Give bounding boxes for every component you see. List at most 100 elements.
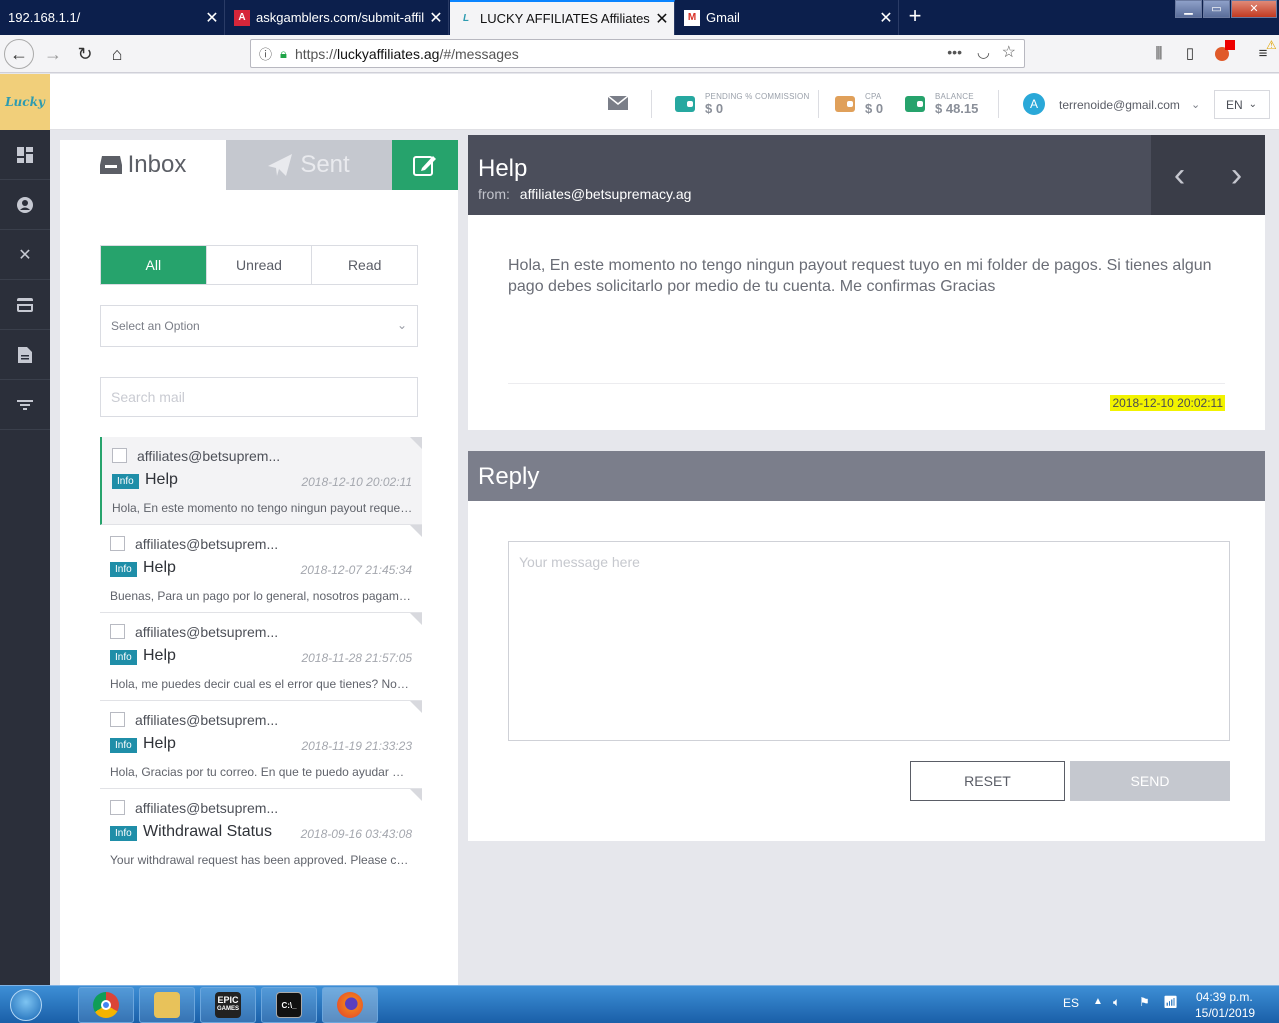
tray-expand-icon[interactable]: ▲ bbox=[1093, 996, 1103, 1007]
minimize-button[interactable]: ▁ bbox=[1175, 0, 1202, 18]
close-icon[interactable]: ✕ bbox=[200, 8, 224, 28]
browser-tab-active[interactable]: L LUCKY AFFILIATES Affiliates ✕ bbox=[450, 0, 675, 35]
input-language[interactable]: ES bbox=[1063, 996, 1079, 1010]
library-icon[interactable]: ⫼ bbox=[1148, 43, 1170, 65]
stat-label: BALANCE bbox=[935, 92, 974, 101]
action-center-icon[interactable]: ⚑ bbox=[1139, 995, 1150, 1009]
network-icon[interactable]: 📶︎ bbox=[1163, 995, 1178, 1009]
header-divider bbox=[818, 90, 819, 118]
chevron-down-icon: ⌄ bbox=[396, 318, 407, 332]
chrome-icon bbox=[93, 992, 119, 1018]
new-tab-button[interactable]: + bbox=[902, 5, 928, 29]
sidebar-item-documents[interactable] bbox=[0, 330, 50, 380]
chevron-right-icon[interactable]: › bbox=[1208, 135, 1265, 215]
url-path: /#/messages bbox=[439, 45, 519, 62]
compose-button[interactable] bbox=[392, 140, 458, 190]
browser-tab[interactable]: M Gmail ✕ bbox=[676, 0, 899, 35]
filter-read-button[interactable]: Read bbox=[312, 246, 417, 284]
more-actions-icon[interactable]: ••• bbox=[947, 44, 962, 60]
taskbar-explorer[interactable] bbox=[139, 987, 195, 1023]
pocket-icon[interactable]: ◡ bbox=[977, 43, 990, 61]
avatar[interactable]: A bbox=[1023, 93, 1045, 115]
reset-button[interactable]: RESET bbox=[910, 761, 1065, 801]
message-list-item[interactable]: affiliates@betsuprem... Info Help 2018-1… bbox=[100, 437, 422, 525]
reload-icon[interactable]: ↻ bbox=[70, 39, 100, 69]
message-checkbox[interactable] bbox=[110, 800, 125, 815]
taskbar-epic[interactable]: EPIC GAMES bbox=[200, 987, 256, 1023]
url-prefix: https:// bbox=[294, 45, 337, 62]
info-icon[interactable]: ⓘ bbox=[259, 44, 272, 63]
filter-icon bbox=[17, 399, 33, 410]
sidebar-item-dashboard[interactable] bbox=[0, 130, 50, 180]
back-arrow-icon[interactable]: ← bbox=[4, 39, 34, 69]
taskbar-chrome[interactable] bbox=[78, 987, 134, 1023]
home-icon[interactable]: ⌂ bbox=[102, 39, 132, 69]
message-date: 2018-11-19 21:33:23 bbox=[301, 739, 412, 753]
chevron-left-icon[interactable]: ‹ bbox=[1151, 135, 1208, 215]
message-checkbox[interactable] bbox=[110, 536, 125, 551]
maximize-button[interactable]: ▭ bbox=[1203, 0, 1230, 18]
screen: 192.168.1.1/ ✕ A askgamblers.com/submit-… bbox=[0, 0, 1279, 1023]
reply-textarea[interactable]: Your message here bbox=[508, 541, 1230, 741]
message-list-item[interactable]: affiliates@betsuprem... Info Help 2018-1… bbox=[100, 613, 422, 701]
message-checkbox[interactable] bbox=[112, 448, 127, 463]
send-button[interactable]: SEND bbox=[1070, 761, 1230, 801]
message-checkbox[interactable] bbox=[110, 712, 125, 727]
taskbar: EPIC GAMES C:\_ ES ▲ 🔈︎ ⚑ 📶︎ 04:39 p.m. … bbox=[0, 985, 1279, 1023]
browser-tab[interactable]: A askgamblers.com/submit-affili ✕ bbox=[226, 0, 449, 35]
dashboard-icon bbox=[17, 146, 33, 163]
taskbar-terminal[interactable]: C:\_ bbox=[261, 987, 317, 1023]
tab-sent[interactable]: Sent bbox=[226, 140, 392, 190]
sidebar-toggle-icon[interactable]: ▯ bbox=[1179, 43, 1201, 65]
message-title: Help bbox=[478, 155, 528, 182]
clock-time[interactable]: 04:39 p.m. bbox=[1196, 990, 1253, 1004]
window-close-button[interactable]: ✕ bbox=[1231, 0, 1277, 18]
language-select[interactable]: EN ⌄ bbox=[1214, 90, 1270, 119]
search-input[interactable]: Search mail bbox=[100, 377, 418, 417]
filter-unread-button[interactable]: Unread bbox=[207, 246, 313, 284]
message-header: Help from: affiliates@betsupremacy.ag bbox=[468, 135, 1151, 215]
option-select[interactable]: Select an Option ⌄ bbox=[100, 305, 418, 347]
taskbar-firefox[interactable] bbox=[322, 987, 378, 1023]
chevron-down-icon[interactable]: ⌄ bbox=[1191, 98, 1200, 111]
extension-icon[interactable] bbox=[1211, 40, 1235, 65]
info-badge: Info bbox=[110, 738, 137, 753]
sent-label: Sent bbox=[300, 151, 350, 178]
close-icon[interactable]: ✕ bbox=[424, 8, 448, 28]
browser-tab[interactable]: 192.168.1.1/ ✕ bbox=[0, 0, 225, 35]
message-checkbox[interactable] bbox=[110, 624, 125, 639]
gmail-icon: M bbox=[684, 9, 700, 26]
message-list-item[interactable]: affiliates@betsuprem... Info Withdrawal … bbox=[100, 789, 422, 877]
browser-tab-bar: 192.168.1.1/ ✕ A askgamblers.com/submit-… bbox=[0, 0, 1279, 35]
message-list-item[interactable]: affiliates@betsuprem... Info Help 2018-1… bbox=[100, 701, 422, 789]
sidebar-item-profile[interactable] bbox=[0, 180, 50, 230]
filter-all-button[interactable]: All bbox=[101, 246, 207, 284]
stat-balance: BALANCE $ 48.15 bbox=[905, 92, 978, 116]
sidebar-item-filter[interactable] bbox=[0, 380, 50, 430]
sidebar-item-tools[interactable]: ✕ bbox=[0, 230, 50, 280]
volume-icon[interactable]: 🔈︎ bbox=[1113, 995, 1120, 1010]
tools-icon: ✕ bbox=[18, 246, 32, 264]
message-preview: Your withdrawal request has been approve… bbox=[110, 853, 412, 867]
forward-arrow-icon[interactable]: → bbox=[38, 39, 68, 69]
app-logo[interactable]: Lucky bbox=[0, 74, 50, 130]
close-icon[interactable]: ✕ bbox=[874, 8, 898, 28]
address-bar[interactable]: ⓘ 🔒︎ https://luckyaffiliates.ag/#/messag… bbox=[250, 39, 1025, 68]
message-list-item[interactable]: affiliates@betsuprem... Info Help 2018-1… bbox=[100, 525, 422, 613]
tab-inbox[interactable]: Inbox bbox=[60, 140, 226, 190]
message-from: affiliates@betsuprem... bbox=[135, 800, 279, 816]
document-icon bbox=[18, 346, 32, 363]
user-email[interactable]: terrenoide@gmail.com bbox=[1059, 98, 1180, 112]
corner-fold bbox=[410, 525, 422, 537]
message-preview: Hola, En este momento no tengo ningun pa… bbox=[112, 501, 414, 515]
start-button[interactable] bbox=[4, 986, 48, 1023]
close-icon[interactable]: ✕ bbox=[650, 9, 674, 29]
clock-date[interactable]: 15/01/2019 bbox=[1195, 1006, 1255, 1020]
message-preview: Buenas, Para un pago por lo general, nos… bbox=[110, 589, 412, 603]
stat-cpa: CPA $ 0 bbox=[835, 92, 883, 116]
select-placeholder: Select an Option bbox=[111, 319, 200, 333]
bookmark-star-icon[interactable]: ☆ bbox=[1002, 42, 1016, 62]
sidebar-item-payments[interactable] bbox=[0, 280, 50, 330]
reply-header: Reply bbox=[468, 451, 1265, 501]
mail-icon[interactable] bbox=[607, 95, 629, 110]
